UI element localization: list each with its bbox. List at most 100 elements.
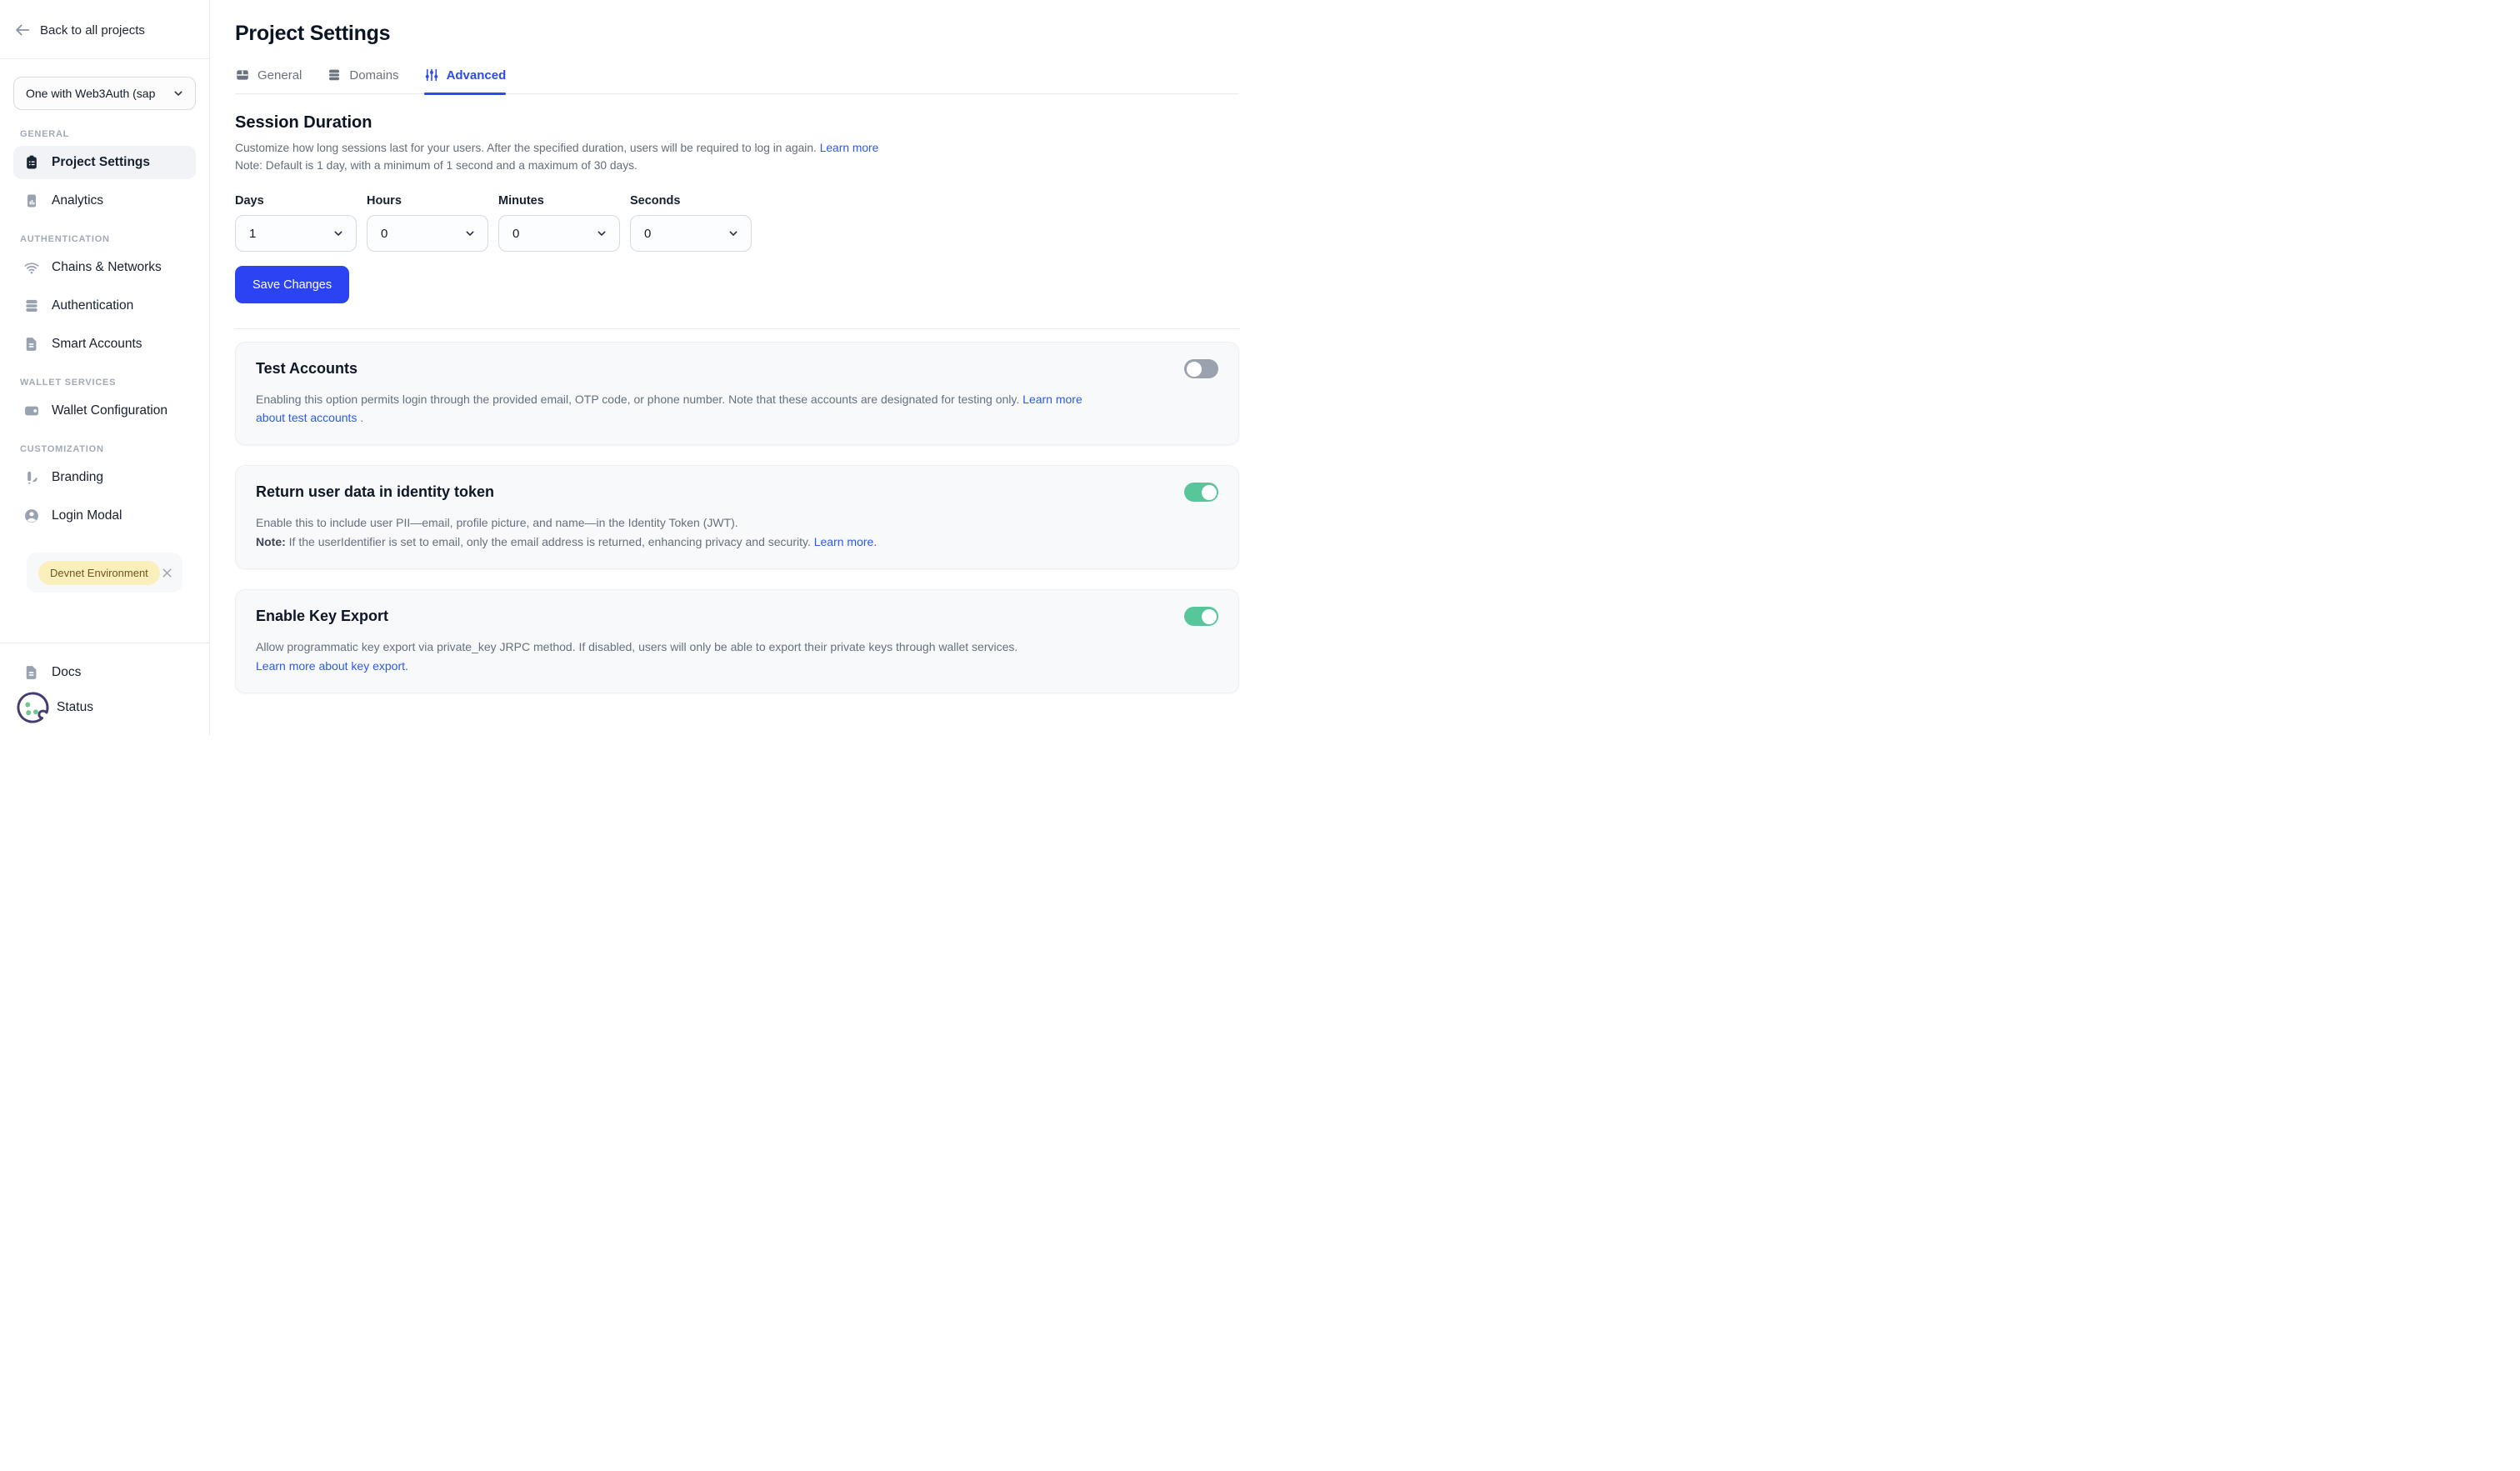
sidebar-footer: Docs Status bbox=[0, 643, 209, 735]
sidebar-item-analytics[interactable]: Analytics bbox=[13, 184, 196, 218]
identity-token-learn-more-link[interactable]: Learn more. bbox=[814, 535, 877, 548]
chevron-down-icon bbox=[595, 227, 608, 240]
sliders-icon bbox=[424, 68, 439, 83]
tab-general[interactable]: General bbox=[235, 68, 302, 93]
hours-value: 0 bbox=[381, 227, 388, 241]
tab-domains[interactable]: Domains bbox=[327, 68, 398, 93]
footer-item-label: Docs bbox=[52, 665, 81, 680]
project-selector-dropdown[interactable]: One with Web3Auth (sap bbox=[13, 77, 196, 110]
tab-label: Advanced bbox=[447, 68, 507, 83]
key-export-description: Allow programmatic key export via privat… bbox=[256, 638, 1098, 675]
page-title: Project Settings bbox=[235, 22, 1239, 46]
key-export-toggle[interactable] bbox=[1184, 607, 1218, 626]
hours-field: Hours 0 bbox=[367, 194, 488, 252]
sidebar-item-docs[interactable]: Docs bbox=[13, 657, 196, 688]
sidebar-item-label: Branding bbox=[52, 470, 103, 485]
tab-label: General bbox=[258, 68, 302, 83]
seconds-value: 0 bbox=[644, 227, 651, 241]
chevron-down-icon bbox=[332, 227, 345, 240]
identity-token-card: Return user data in identity token Enabl… bbox=[235, 465, 1239, 569]
grid-icon bbox=[235, 68, 250, 83]
description-line: Enable this to include user PII—email, p… bbox=[256, 514, 1098, 533]
key-export-card: Enable Key Export Allow programmatic key… bbox=[235, 589, 1239, 693]
footer-item-label: Status bbox=[57, 700, 93, 715]
identity-token-toggle[interactable] bbox=[1184, 483, 1218, 502]
nav-section-general: GENERAL bbox=[20, 129, 189, 139]
project-selector-value: One with Web3Auth (sap bbox=[26, 87, 155, 100]
sidebar-item-label: Smart Accounts bbox=[52, 337, 142, 352]
back-to-projects-link[interactable]: Back to all projects bbox=[13, 21, 196, 39]
sidebar-item-label: Project Settings bbox=[52, 155, 150, 170]
test-accounts-title: Test Accounts bbox=[256, 360, 358, 378]
note-text: If the userIdentifier is set to email, o… bbox=[286, 535, 814, 548]
section-divider bbox=[235, 328, 1239, 329]
session-duration-note: Note: Default is 1 day, with a minimum o… bbox=[235, 158, 1239, 173]
session-duration-title: Session Duration bbox=[235, 113, 1239, 133]
card-header: Enable Key Export bbox=[256, 607, 1218, 626]
toggle-knob bbox=[1202, 485, 1217, 500]
sidebar: Back to all projects One with Web3Auth (… bbox=[0, 0, 210, 735]
analytics-icon bbox=[23, 193, 40, 209]
minutes-field: Minutes 0 bbox=[498, 194, 620, 252]
session-duration-description: Customize how long sessions last for you… bbox=[235, 140, 1239, 156]
sidebar-item-label: Login Modal bbox=[52, 508, 122, 523]
sidebar-item-status[interactable]: Status bbox=[13, 688, 196, 727]
close-icon[interactable] bbox=[160, 566, 174, 580]
tab-advanced[interactable]: Advanced bbox=[424, 68, 507, 93]
learn-more-link[interactable]: Learn more bbox=[820, 142, 879, 154]
duration-fields: Days 1 Hours 0 Minutes 0 bbox=[235, 194, 1239, 252]
chevron-down-icon bbox=[727, 227, 740, 240]
hours-label: Hours bbox=[367, 194, 488, 208]
test-accounts-card: Test Accounts Enabling this option permi… bbox=[235, 342, 1239, 445]
description-text: . bbox=[357, 411, 363, 424]
chevron-down-icon bbox=[463, 227, 477, 240]
test-accounts-description: Enabling this option permits login throu… bbox=[256, 391, 1098, 427]
description-text: Enabling this option permits login throu… bbox=[256, 393, 1022, 406]
minutes-select[interactable]: 0 bbox=[498, 215, 620, 252]
hours-select[interactable]: 0 bbox=[367, 215, 488, 252]
key-export-learn-more-link[interactable]: Learn more about key export. bbox=[256, 659, 408, 673]
test-accounts-toggle[interactable] bbox=[1184, 359, 1218, 378]
note-label: Note: bbox=[256, 535, 286, 548]
wallet-icon bbox=[23, 403, 40, 419]
sidebar-item-label: Chains & Networks bbox=[52, 260, 162, 275]
seconds-select[interactable]: 0 bbox=[630, 215, 752, 252]
sidebar-item-smart-accounts[interactable]: Smart Accounts bbox=[13, 328, 196, 361]
environment-badge: Devnet Environment bbox=[38, 561, 160, 585]
nav-section-customization: CUSTOMIZATION bbox=[20, 444, 189, 454]
docs-icon bbox=[23, 664, 40, 681]
sidebar-item-wallet-configuration[interactable]: Wallet Configuration bbox=[13, 394, 196, 428]
description-text: Customize how long sessions last for you… bbox=[235, 142, 820, 154]
sidebar-item-branding[interactable]: Branding bbox=[13, 461, 196, 494]
card-header: Return user data in identity token bbox=[256, 483, 1218, 502]
sidebar-item-chains-networks[interactable]: Chains & Networks bbox=[13, 251, 196, 284]
sidebar-item-authentication[interactable]: Authentication bbox=[13, 289, 196, 323]
database-icon bbox=[23, 298, 40, 314]
sidebar-item-project-settings[interactable]: Project Settings bbox=[13, 146, 196, 179]
sidebar-item-label: Authentication bbox=[52, 298, 133, 313]
sidebar-item-login-modal[interactable]: Login Modal bbox=[13, 499, 196, 533]
identity-token-description: Enable this to include user PII—email, p… bbox=[256, 514, 1098, 551]
clipboard-icon bbox=[23, 154, 40, 171]
nav-section-authentication: AUTHENTICATION bbox=[20, 234, 189, 244]
toggle-knob bbox=[1187, 362, 1202, 377]
back-label: Back to all projects bbox=[40, 23, 145, 38]
minutes-value: 0 bbox=[512, 227, 519, 241]
days-select[interactable]: 1 bbox=[235, 215, 357, 252]
environment-banner: Devnet Environment bbox=[27, 553, 182, 593]
minutes-label: Minutes bbox=[498, 194, 620, 208]
days-field: Days 1 bbox=[235, 194, 357, 252]
sidebar-item-label: Wallet Configuration bbox=[52, 403, 168, 418]
save-changes-button[interactable]: Save Changes bbox=[235, 266, 349, 303]
wifi-icon bbox=[23, 259, 40, 276]
days-value: 1 bbox=[249, 227, 256, 241]
arrow-left-icon bbox=[13, 21, 32, 39]
description-line: Allow programmatic key export via privat… bbox=[256, 638, 1098, 657]
branding-icon bbox=[23, 469, 40, 486]
nav-section-wallet-services: WALLET SERVICES bbox=[20, 378, 189, 388]
card-header: Test Accounts bbox=[256, 359, 1218, 378]
database-icon bbox=[327, 68, 342, 83]
sidebar-nav: GENERAL Project Settings Analytics AUTHE… bbox=[0, 110, 209, 643]
seconds-field: Seconds 0 bbox=[630, 194, 752, 252]
cookie-icon[interactable] bbox=[15, 690, 50, 725]
